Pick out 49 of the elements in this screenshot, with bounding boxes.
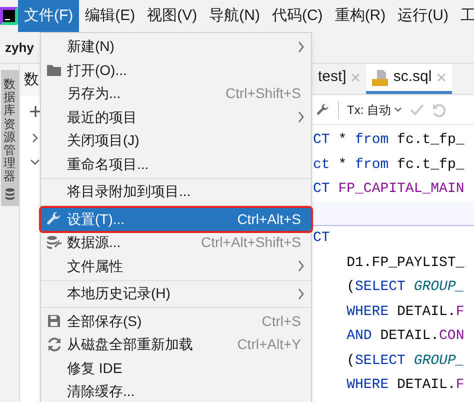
editor-tab[interactable]: sc.sql bbox=[366, 64, 452, 94]
menu-item[interactable]: 重命名项目... bbox=[41, 152, 311, 176]
menu-item[interactable]: 另存为... Ctrl+Shift+S bbox=[41, 82, 311, 106]
menu-item[interactable]: 设置(T)... Ctrl+Alt+S bbox=[41, 208, 311, 231]
menu-bar-item[interactable]: 重构(R) bbox=[328, 0, 392, 32]
save-icon bbox=[47, 314, 61, 328]
menu-item[interactable]: 最近的项目 bbox=[41, 106, 311, 129]
panel-title: 数 bbox=[24, 70, 39, 90]
menu-bar-item[interactable]: 视图(V) bbox=[141, 0, 204, 32]
menu-item[interactable]: 本地历史记录(H) bbox=[41, 282, 311, 306]
menu-item[interactable]: 将目录附加到项目... bbox=[41, 180, 311, 204]
app-logo-icon bbox=[0, 7, 18, 25]
menu-item[interactable]: 清除缓存... bbox=[41, 380, 311, 402]
editor-tab[interactable]: test] bbox=[312, 64, 366, 94]
menu-bar-item[interactable]: 代码(C) bbox=[266, 0, 329, 32]
add-icon[interactable] bbox=[30, 106, 41, 116]
reload-icon bbox=[46, 337, 62, 352]
code-line: WHERE DETAIL.F bbox=[346, 376, 466, 395]
menu-item[interactable]: 数据源... Ctrl+Alt+Shift+S bbox=[41, 231, 311, 254]
menu-item[interactable]: 关闭项目(J) bbox=[41, 129, 311, 152]
code-line: D1.FP_PAYLIST_ bbox=[346, 254, 466, 272]
database-wrench-icon bbox=[46, 235, 62, 250]
code-line: WHERE DETAIL.F bbox=[346, 302, 466, 322]
chevron-down-icon bbox=[394, 106, 402, 112]
menu-bar-item[interactable]: 编辑(E) bbox=[79, 0, 142, 32]
menu-item[interactable]: 打开(O)... bbox=[41, 58, 311, 82]
code-line: CT * from fc.t_fp_ bbox=[312, 131, 466, 150]
wrench-icon[interactable] bbox=[316, 102, 330, 116]
check-icon[interactable] bbox=[410, 104, 424, 116]
menu-item[interactable]: 修复 IDE bbox=[41, 356, 311, 380]
code-line: CT FP_CAPITAL_MAIN bbox=[312, 180, 466, 199]
code-line: (SELECT GROUP_ bbox=[346, 352, 466, 370]
menu-bar-item[interactable]: 运行(U) bbox=[392, 0, 454, 32]
code-line: (SELECT GROUP_ bbox=[346, 278, 466, 297]
menu-item[interactable]: 新建(N) bbox=[41, 35, 311, 58]
database-icon bbox=[4, 188, 14, 200]
menu-bar-item[interactable]: 文件(F) bbox=[18, 0, 80, 32]
code-line: CT bbox=[312, 229, 331, 248]
code-line: ct * from fc.t_fp_ bbox=[312, 156, 466, 174]
code-line: AND DETAIL.CON bbox=[346, 327, 466, 346]
menu-bar-item[interactable]: 导航(N) bbox=[203, 0, 266, 32]
project-name: zyhy bbox=[5, 38, 34, 57]
database-explorer-tab[interactable]: 数据库资源管理器 bbox=[0, 70, 18, 206]
menu-item[interactable]: 从磁盘全部重新加载 Ctrl+Alt+Y bbox=[41, 333, 311, 356]
transaction-mode-dropdown[interactable]: Tx: 自动 bbox=[347, 100, 402, 118]
sql-file-icon bbox=[372, 70, 388, 86]
wrench-icon bbox=[46, 211, 62, 228]
menu-item[interactable]: 全部保存(S) Ctrl+S bbox=[41, 310, 311, 333]
menu-item[interactable]: 文件属性 bbox=[41, 254, 311, 278]
